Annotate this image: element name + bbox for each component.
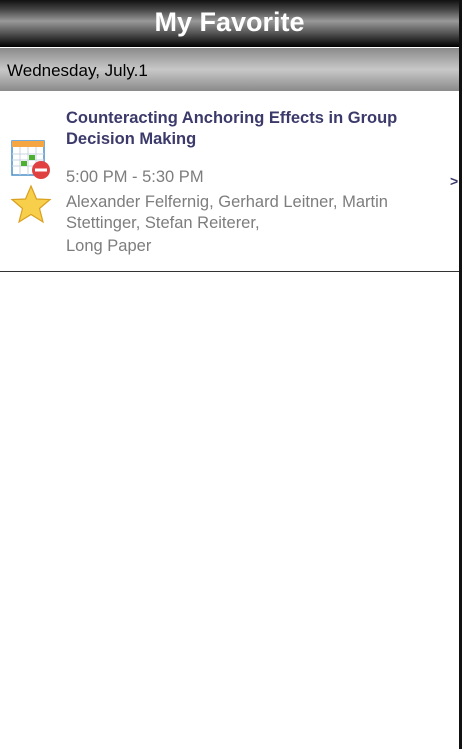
star-icon[interactable] (10, 184, 54, 226)
page-title: My Favorite (0, 0, 459, 47)
chevron-right-icon[interactable]: > (450, 173, 458, 189)
session-time: 5:00 PM - 5:30 PM (66, 168, 204, 186)
session-list-item[interactable]: Counteracting Anchoring Effects in Group… (0, 91, 459, 272)
day-header: Wednesday, July.1 (0, 48, 459, 91)
session-type: Long Paper (66, 237, 152, 255)
session-title[interactable]: Counteracting Anchoring Effects in Group… (66, 108, 436, 150)
calendar-remove-icon[interactable] (10, 139, 54, 181)
session-authors: Alexander Felfernig, Gerhard Leitner, Ma… (66, 193, 388, 232)
